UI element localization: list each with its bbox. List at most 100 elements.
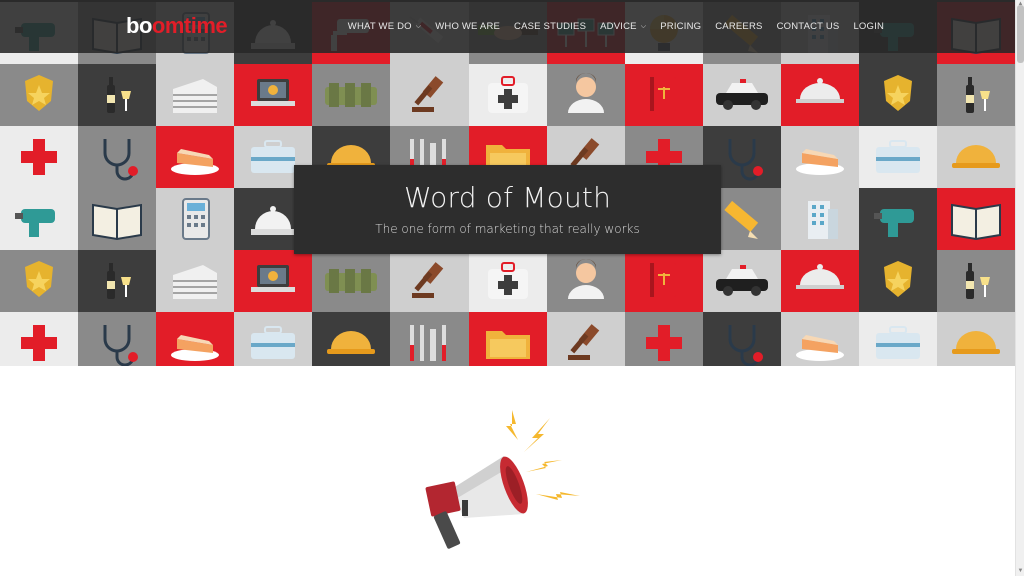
hero-tile: [0, 126, 79, 188]
first-aid-kit-icon: [487, 76, 528, 113]
hero-tile: [780, 250, 860, 312]
hero-tile: [78, 188, 157, 250]
logo[interactable]: boomtime: [126, 13, 228, 39]
logo-part-1: bo: [126, 13, 152, 38]
page: boomtime WHAT WE DO ⌵ WHO WE ARE CASE STU…: [0, 0, 1024, 576]
drill-icon: [874, 209, 915, 237]
hero-tile: [234, 312, 313, 366]
hero-tile: [78, 250, 157, 312]
hero-tile: [937, 126, 1015, 188]
laptop-icon: [251, 79, 296, 106]
nav-item-label: PRICING: [660, 21, 702, 32]
hard-hat-icon: [952, 331, 1001, 354]
hero-tile: [156, 64, 235, 126]
police-badge-icon: [25, 261, 54, 297]
hero-tile: [780, 188, 860, 250]
hero-tile: [624, 312, 703, 366]
hero-tile: [156, 312, 235, 366]
building-icon: [173, 265, 218, 299]
hero-tile: [546, 312, 625, 366]
hero-tile: [78, 64, 157, 126]
police-badge-icon: [884, 75, 913, 111]
cake-icon: [171, 335, 220, 361]
person-icon: [567, 259, 604, 299]
nav-item-who-we-are[interactable]: WHO WE ARE: [428, 21, 507, 32]
nav-item-contact-us[interactable]: CONTACT US: [770, 21, 847, 32]
top-navigation: boomtime WHAT WE DO ⌵ WHO WE ARE CASE STU…: [0, 0, 1015, 53]
hero-tile: [234, 250, 313, 312]
page-scrollbar[interactable]: ▲ ▼: [1015, 0, 1024, 576]
chevron-down-icon: ⌵: [415, 22, 422, 30]
scrollbar-thumb[interactable]: [1017, 5, 1024, 63]
law-book-icon: [649, 77, 676, 111]
hero-tile: [859, 250, 938, 312]
gavel-icon: [411, 76, 443, 112]
cake-icon: [795, 335, 844, 361]
utility-belt-icon: [325, 269, 378, 293]
hero-subtitle: The one form of marketing that really wo…: [375, 222, 640, 236]
nav-item-label: CAREERS: [715, 21, 763, 32]
hero-tile: [0, 64, 79, 126]
law-book-icon: [649, 263, 676, 297]
hero-tile: [546, 250, 625, 312]
nav-item-label: ADVICE: [600, 21, 637, 32]
scroll-down-icon[interactable]: ▼: [1016, 567, 1024, 576]
hero-tile: [702, 250, 781, 312]
police-badge-icon: [25, 75, 54, 111]
nav-item-careers[interactable]: CAREERS: [708, 21, 769, 32]
wine-icon: [966, 77, 991, 113]
hero-tile: [937, 188, 1015, 250]
calculator-icon: [182, 198, 211, 240]
nav-item-label: WHAT WE DO: [347, 21, 412, 32]
stethoscope-icon: [728, 325, 763, 366]
hero-tile: [0, 188, 79, 250]
nav-item-case-studies[interactable]: CASE STUDIES: [507, 21, 593, 32]
hero-tile: [937, 312, 1015, 366]
first-aid-kit-icon: [487, 262, 528, 299]
police-badge-icon: [884, 261, 913, 297]
hero-tile: [937, 64, 1015, 126]
main-menu: WHAT WE DO ⌵ WHO WE ARE CASE STUDIES ADVI…: [341, 0, 891, 53]
nav-item-what-we-do[interactable]: WHAT WE DO ⌵: [341, 21, 428, 32]
hero-tile: [390, 312, 469, 366]
cloche-icon: [795, 78, 844, 103]
hero-tile: [156, 188, 235, 250]
hero-tile: [78, 126, 157, 188]
stethoscope-icon: [103, 325, 139, 366]
hard-hat-icon: [327, 331, 376, 354]
hero-tile: [702, 64, 781, 126]
chevron-down-icon: ⌵: [640, 22, 647, 30]
hero-tile: [234, 64, 313, 126]
hero-tile: [0, 312, 79, 366]
cloche-icon: [795, 264, 844, 289]
nav-item-advice[interactable]: ADVICE ⌵: [593, 21, 653, 32]
hero-tile: [156, 126, 235, 188]
hero-tile: [468, 64, 547, 126]
building-icon: [173, 79, 218, 113]
logo-part-3: time: [183, 13, 228, 38]
hero-tile: [859, 64, 938, 126]
red-cross-icon: [21, 325, 58, 361]
book-icon: [92, 203, 143, 241]
hero-tile: [859, 188, 938, 250]
nav-item-login[interactable]: LOGIN: [846, 21, 891, 32]
hero-tile: [0, 250, 79, 312]
hero-tile: [312, 64, 391, 126]
hero-tile: [780, 64, 860, 126]
gavel-icon: [411, 262, 443, 298]
hero-tile: [312, 312, 391, 366]
utility-belt-icon: [325, 83, 378, 107]
police-car-icon: [715, 265, 768, 296]
stethoscope-icon: [103, 139, 139, 181]
hero-tile: [780, 312, 860, 366]
person-icon: [567, 73, 604, 113]
hero-tile: [78, 312, 157, 366]
hero-tile: [859, 312, 938, 366]
nav-item-label: WHO WE ARE: [435, 21, 501, 32]
nav-item-pricing[interactable]: PRICING: [653, 21, 708, 32]
hero-tile: [702, 312, 781, 366]
hero-tile: [859, 126, 938, 188]
red-cross-icon: [21, 139, 58, 175]
police-car-icon: [715, 79, 768, 110]
hero-tile: [156, 250, 235, 312]
